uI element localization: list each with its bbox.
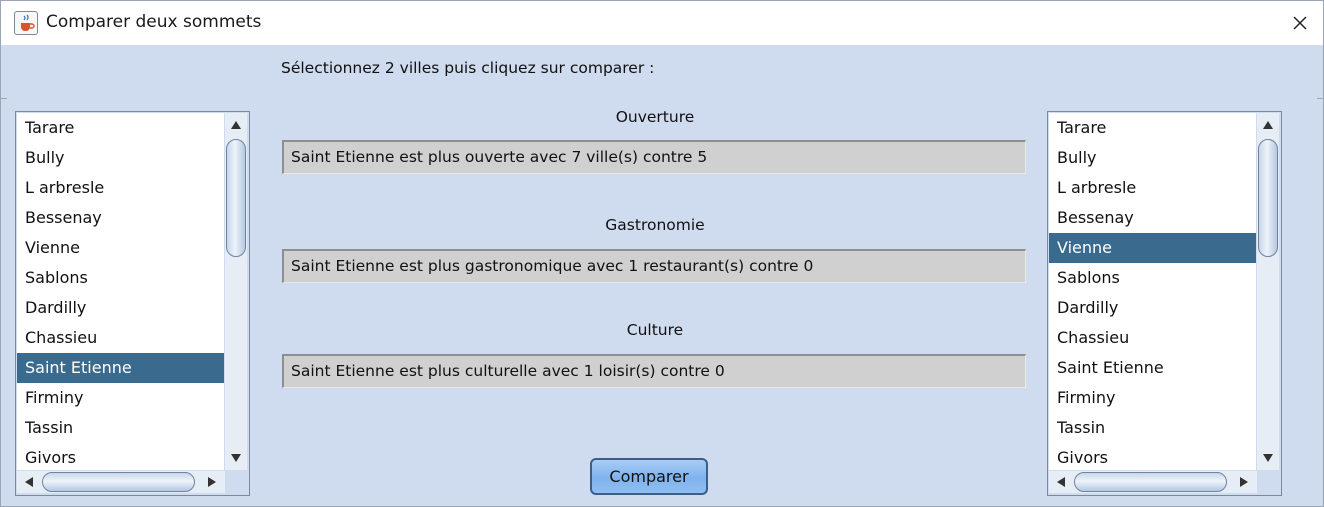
right-city-list[interactable]: Tarare Bully L arbresle Bessenay Vienne … <box>1049 113 1256 470</box>
close-button[interactable] <box>1277 1 1323 45</box>
right-list-item-bully[interactable]: Bully <box>1049 143 1256 173</box>
gastronomie-label: Gastronomie <box>605 216 705 234</box>
right-scroll-corner <box>1257 471 1279 493</box>
left-scroll-left-button[interactable] <box>18 471 40 493</box>
left-scroll-right-button[interactable] <box>201 471 223 493</box>
right-list-item-saint-etienne[interactable]: Saint Etienne <box>1049 353 1256 383</box>
left-horizontal-scroll-thumb[interactable] <box>42 472 195 492</box>
window-title: Comparer deux sommets <box>46 12 262 32</box>
arrow-down-icon <box>231 454 241 462</box>
left-list-item-tarare[interactable]: Tarare <box>17 113 224 143</box>
left-scroll-up-button[interactable] <box>225 114 247 136</box>
left-city-list-panel: Tarare Bully L arbresle Bessenay Vienne … <box>15 111 250 496</box>
left-vertical-scrollbar[interactable] <box>225 113 247 470</box>
left-list-item-bully[interactable]: Bully <box>17 143 224 173</box>
ouverture-label: Ouverture <box>615 108 695 126</box>
right-list-item-sablons[interactable]: Sablons <box>1049 263 1256 293</box>
right-list-item-tassin[interactable]: Tassin <box>1049 413 1256 443</box>
right-horizontal-scrollbar[interactable] <box>1049 471 1257 493</box>
java-cup-icon <box>14 11 38 35</box>
right-list-item-chassieu[interactable]: Chassieu <box>1049 323 1256 353</box>
left-list-item-chassieu[interactable]: Chassieu <box>17 323 224 353</box>
left-edge-mark <box>1 98 7 99</box>
right-scroll-right-button[interactable] <box>1233 471 1255 493</box>
right-city-list-panel: Tarare Bully L arbresle Bessenay Vienne … <box>1047 111 1282 496</box>
right-list-item-givors[interactable]: Givors <box>1049 443 1256 470</box>
left-list-item-l-arbresle[interactable]: L arbresle <box>17 173 224 203</box>
right-list-item-firminy[interactable]: Firminy <box>1049 383 1256 413</box>
left-horizontal-scrollbar[interactable] <box>17 471 225 493</box>
right-horizontal-scroll-thumb[interactable] <box>1074 472 1227 492</box>
arrow-down-icon <box>1263 454 1273 462</box>
culture-result-field: Saint Etienne est plus culturelle avec 1… <box>282 354 1026 388</box>
arrow-up-icon <box>1263 121 1273 129</box>
arrow-right-icon <box>1240 477 1248 487</box>
right-list-item-vienne[interactable]: Vienne <box>1049 233 1256 263</box>
right-edge-mark <box>1317 98 1323 99</box>
right-scroll-down-button[interactable] <box>1257 447 1279 469</box>
close-icon <box>1293 16 1307 30</box>
instruction-text: Sélectionnez 2 villes puis cliquez sur c… <box>281 59 655 77</box>
culture-label: Culture <box>626 321 684 339</box>
right-list-item-tarare[interactable]: Tarare <box>1049 113 1256 143</box>
right-list-item-bessenay[interactable]: Bessenay <box>1049 203 1256 233</box>
left-list-item-givors[interactable]: Givors <box>17 443 224 470</box>
left-city-list[interactable]: Tarare Bully L arbresle Bessenay Vienne … <box>17 113 224 470</box>
left-scroll-corner <box>225 471 247 493</box>
arrow-right-icon <box>208 477 216 487</box>
arrow-up-icon <box>231 121 241 129</box>
left-scroll-down-button[interactable] <box>225 447 247 469</box>
left-list-item-firminy[interactable]: Firminy <box>17 383 224 413</box>
compare-button[interactable]: Comparer <box>590 458 708 495</box>
arrow-left-icon <box>25 477 33 487</box>
left-vertical-scroll-thumb[interactable] <box>226 139 246 257</box>
left-list-item-bessenay[interactable]: Bessenay <box>17 203 224 233</box>
left-list-item-vienne[interactable]: Vienne <box>17 233 224 263</box>
dialog-window: Comparer deux sommets Sélectionnez 2 vil… <box>0 0 1324 507</box>
right-vertical-scrollbar[interactable] <box>1257 113 1279 470</box>
right-list-item-l-arbresle[interactable]: L arbresle <box>1049 173 1256 203</box>
title-bar: Comparer deux sommets <box>1 1 1323 45</box>
left-list-item-saint-etienne[interactable]: Saint Etienne <box>17 353 224 383</box>
ouverture-result-field: Saint Etienne est plus ouverte avec 7 vi… <box>282 140 1026 174</box>
right-scroll-left-button[interactable] <box>1050 471 1072 493</box>
gastronomie-result-field: Saint Etienne est plus gastronomique ave… <box>282 249 1026 283</box>
left-list-item-dardilly[interactable]: Dardilly <box>17 293 224 323</box>
right-scroll-up-button[interactable] <box>1257 114 1279 136</box>
left-list-item-sablons[interactable]: Sablons <box>17 263 224 293</box>
left-list-item-tassin[interactable]: Tassin <box>17 413 224 443</box>
right-list-item-dardilly[interactable]: Dardilly <box>1049 293 1256 323</box>
right-vertical-scroll-thumb[interactable] <box>1258 139 1278 257</box>
arrow-left-icon <box>1057 477 1065 487</box>
